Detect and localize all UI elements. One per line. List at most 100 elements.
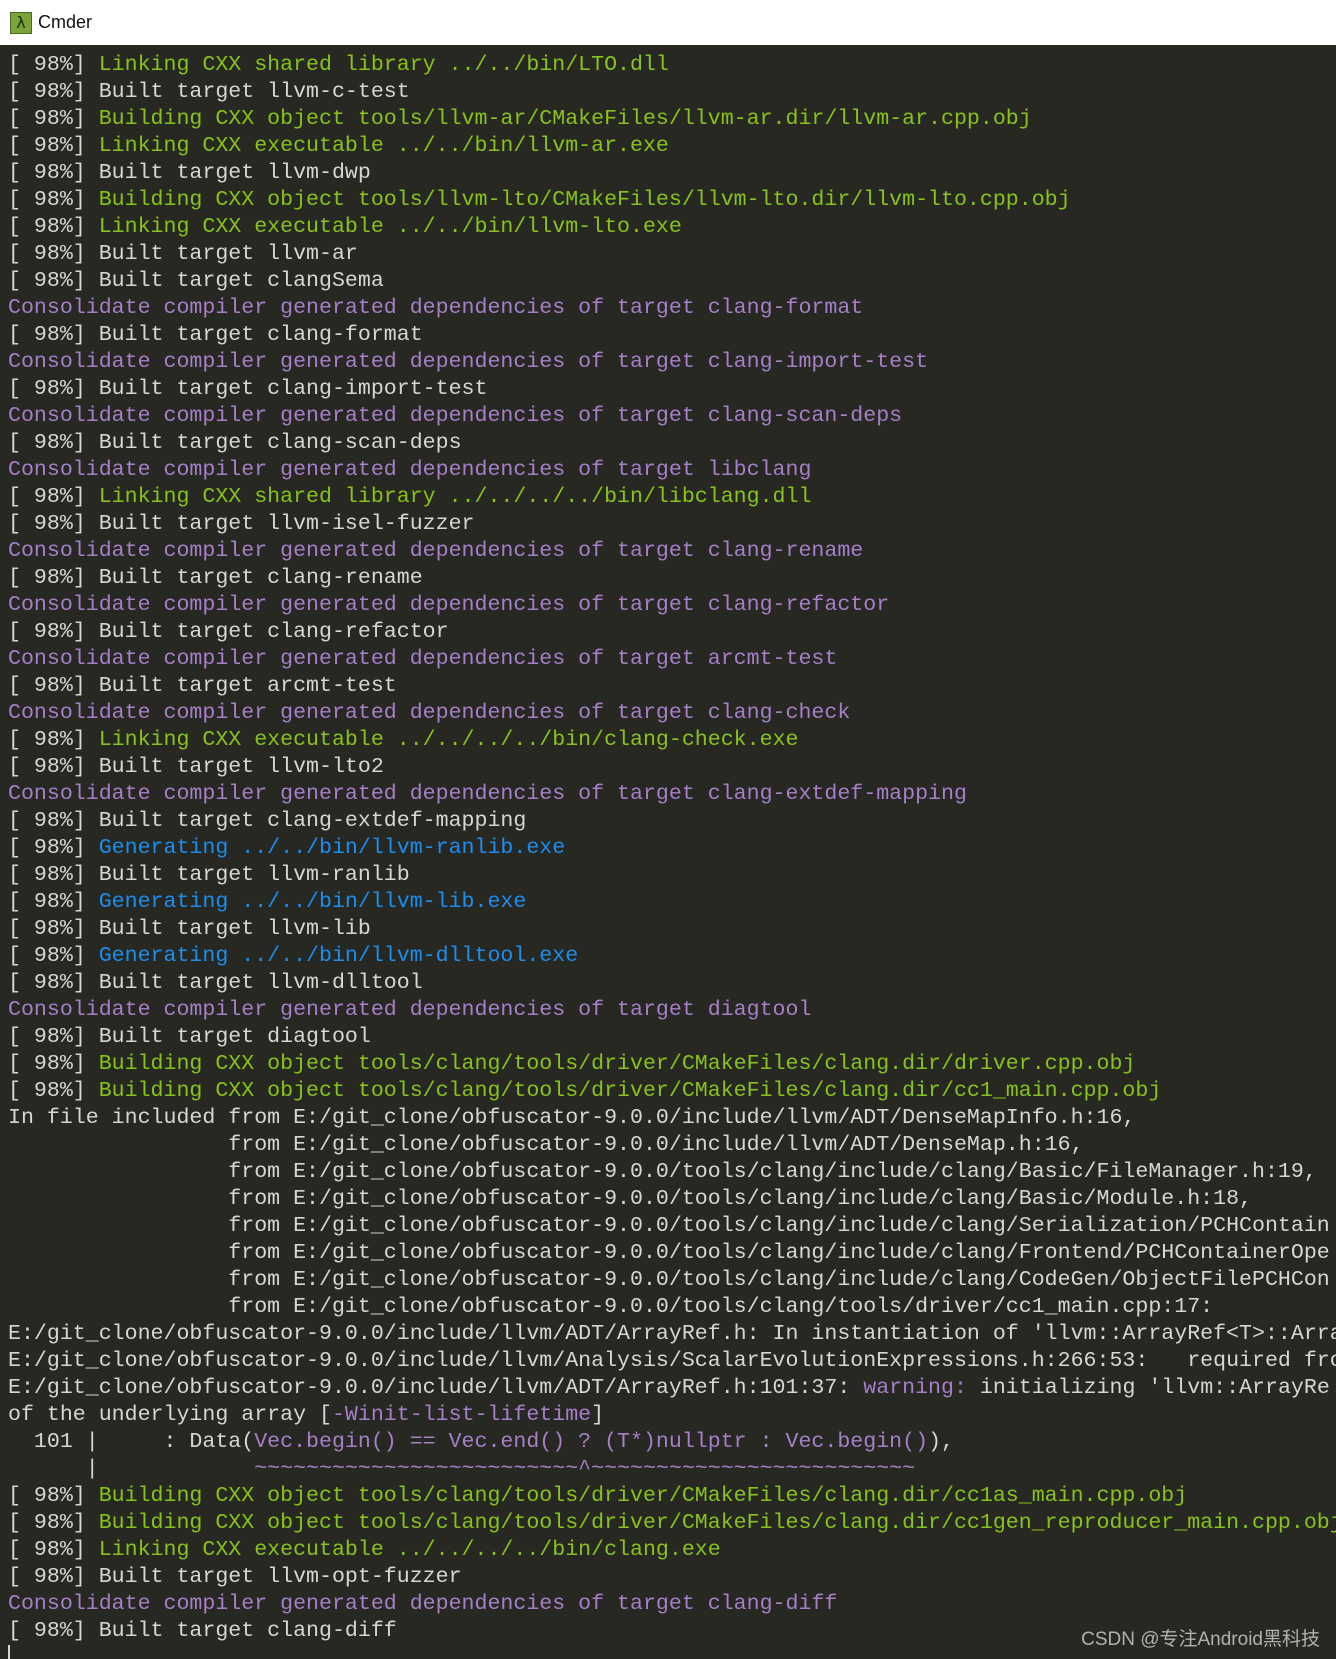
terminal-text-segment: Consolidate compiler generated dependenc… (8, 647, 838, 671)
terminal-line: [ 98%] Linking CXX shared library ../../… (0, 52, 1336, 79)
terminal-text-segment: Linking CXX executable ../../bin/llvm-ar… (98, 134, 669, 158)
terminal-text-segment: Linking CXX shared library ../../bin/LTO… (98, 53, 669, 77)
terminal-text-segment: [ 98%] Built target clang-extdef-mapping (8, 809, 527, 833)
terminal-line: [ 98%] Linking CXX executable ../../../.… (0, 727, 1336, 754)
terminal-text-segment: [ 98%] Built target clangSema (8, 269, 384, 293)
terminal-text-segment: from E:/git_clone/obfuscator-9.0.0/tools… (8, 1214, 1330, 1238)
terminal-text-segment: warning: (863, 1376, 967, 1400)
terminal-text-segment: Consolidate compiler generated dependenc… (8, 296, 864, 320)
terminal-line: [ 98%] Built target llvm-ar (0, 241, 1336, 268)
terminal-text-segment: Linking CXX shared library ../../../../b… (98, 485, 812, 509)
terminal-text-segment: from E:/git_clone/obfuscator-9.0.0/tools… (8, 1295, 1214, 1319)
terminal-line: [ 98%] Building CXX object tools/clang/t… (0, 1051, 1336, 1078)
text-cursor (8, 1645, 10, 1659)
terminal-text-segment: [ 98%] Built target llvm-lto2 (8, 755, 384, 779)
terminal-line: Consolidate compiler generated dependenc… (0, 403, 1336, 430)
terminal-line: E:/git_clone/obfuscator-9.0.0/include/ll… (0, 1348, 1336, 1375)
terminal-text-segment: initializing 'llvm::ArrayRe (966, 1376, 1330, 1400)
terminal-text-segment: Linking CXX executable ../../../../bin/c… (98, 728, 799, 752)
terminal-text-segment: E:/git_clone/obfuscator-9.0.0/include/ll… (8, 1376, 864, 1400)
terminal-line: [ 98%] Built target llvm-dlltool (0, 970, 1336, 997)
terminal-text-segment: Building CXX object tools/clang/tools/dr… (98, 1511, 1336, 1535)
terminal-line: [ 98%] Building CXX object tools/llvm-ar… (0, 106, 1336, 133)
terminal-line: of the underlying array [-Winit-list-lif… (0, 1402, 1336, 1429)
terminal-line: E:/git_clone/obfuscator-9.0.0/include/ll… (0, 1375, 1336, 1402)
terminal-line: Consolidate compiler generated dependenc… (0, 538, 1336, 565)
title-bar: λ Cmder (0, 0, 1336, 45)
terminal-text-segment: [ 98%] Built target llvm-ar (8, 242, 358, 266)
terminal-text-segment: [ 98%] (8, 1079, 99, 1103)
terminal-line: [ 98%] Generating ../../bin/llvm-lib.exe (0, 889, 1336, 916)
terminal-text-segment: E:/git_clone/obfuscator-9.0.0/include/ll… (8, 1322, 1336, 1346)
terminal-text-segment: Consolidate compiler generated dependenc… (8, 539, 864, 563)
terminal-text-segment: [ 98%] (8, 485, 99, 509)
terminal-line: [ 98%] Built target clangSema (0, 268, 1336, 295)
terminal-text-segment: [ 98%] Built target llvm-c-test (8, 80, 410, 104)
terminal-line: Consolidate compiler generated dependenc… (0, 592, 1336, 619)
terminal-text-segment: [ 98%] (8, 1484, 99, 1508)
terminal-line: [ 98%] Built target diagtool (0, 1024, 1336, 1051)
terminal-line: Consolidate compiler generated dependenc… (0, 700, 1336, 727)
terminal-line: [ 98%] Linking CXX executable ../../bin/… (0, 214, 1336, 241)
terminal-text-segment: Building CXX object tools/llvm-lto/CMake… (98, 188, 1071, 212)
terminal-text-segment: Consolidate compiler generated dependenc… (8, 998, 812, 1022)
terminal-text-segment: Generating ../../bin/llvm-lib.exe (98, 890, 527, 914)
terminal-text-segment: [ 98%] Built target clang-rename (8, 566, 423, 590)
terminal-text-segment: ), (928, 1430, 954, 1454)
terminal-text-segment: Consolidate compiler generated dependenc… (8, 458, 812, 482)
terminal-line: [ 98%] Built target clang-import-test (0, 376, 1336, 403)
terminal-text-segment: [ 98%] Built target llvm-ranlib (8, 863, 410, 887)
terminal-line: 101 | : Data(Vec.begin() == Vec.end() ? … (0, 1429, 1336, 1456)
terminal-line: [ 98%] Built target llvm-ranlib (0, 862, 1336, 889)
terminal-text-segment: [ 98%] (8, 890, 99, 914)
terminal-line: [ 98%] Built target llvm-opt-fuzzer (0, 1564, 1336, 1591)
terminal-line: [ 98%] Generating ../../bin/llvm-dlltool… (0, 943, 1336, 970)
terminal-text-segment: [ 98%] (8, 107, 99, 131)
terminal-line: [ 98%] Built target clang-refactor (0, 619, 1336, 646)
terminal-line: [ 98%] Built target arcmt-test (0, 673, 1336, 700)
terminal-text-segment: Generating ../../bin/llvm-ranlib.exe (98, 836, 566, 860)
terminal-line: Consolidate compiler generated dependenc… (0, 997, 1336, 1024)
terminal-output[interactable]: [ 98%] Linking CXX shared library ../../… (0, 45, 1336, 1659)
terminal-text-segment: [ 98%] Built target clang-scan-deps (8, 431, 462, 455)
terminal-text-segment: Consolidate compiler generated dependenc… (8, 350, 929, 374)
terminal-text-segment: Generating ../../bin/llvm-dlltool.exe (98, 944, 579, 968)
terminal-text-segment: -Winit-list-lifetime (331, 1403, 592, 1427)
terminal-text-segment: Linking CXX executable ../../bin/llvm-lt… (98, 215, 682, 239)
terminal-line: Consolidate compiler generated dependenc… (0, 1591, 1336, 1618)
terminal-line: In file included from E:/git_clone/obfus… (0, 1105, 1336, 1132)
terminal-text-segment: Consolidate compiler generated dependenc… (8, 782, 967, 806)
terminal-line: Consolidate compiler generated dependenc… (0, 781, 1336, 808)
terminal-line: [ 98%] Linking CXX shared library ../../… (0, 484, 1336, 511)
terminal-text-segment: Building CXX object tools/clang/tools/dr… (98, 1079, 1162, 1103)
terminal-text-segment: 101 | : Data( (8, 1430, 255, 1454)
terminal-line: Consolidate compiler generated dependenc… (0, 295, 1336, 322)
terminal-text-segment: of the underlying array [ (8, 1403, 332, 1427)
terminal-line: Consolidate compiler generated dependenc… (0, 646, 1336, 673)
terminal-text-segment: [ 98%] (8, 1511, 99, 1535)
terminal-line: [ 98%] Built target clang-format (0, 322, 1336, 349)
terminal-text-segment: [ 98%] Built target llvm-dlltool (8, 971, 423, 995)
terminal-line: Consolidate compiler generated dependenc… (0, 349, 1336, 376)
terminal-text-segment: [ 98%] Built target arcmt-test (8, 674, 397, 698)
terminal-text-segment: [ 98%] (8, 728, 99, 752)
terminal-line: from E:/git_clone/obfuscator-9.0.0/tools… (0, 1186, 1336, 1213)
terminal-text-segment: [ 98%] Built target llvm-dwp (8, 161, 371, 185)
terminal-line: [ 98%] Built target llvm-isel-fuzzer (0, 511, 1336, 538)
terminal-text-segment: [ 98%] Built target llvm-lib (8, 917, 371, 941)
terminal-line: [ 98%] Built target clang-scan-deps (0, 430, 1336, 457)
terminal-line: from E:/git_clone/obfuscator-9.0.0/tools… (0, 1267, 1336, 1294)
terminal-text-segment: [ 98%] (8, 1052, 99, 1076)
terminal-line: [ 98%] Building CXX object tools/clang/t… (0, 1510, 1336, 1537)
terminal-line: [ 98%] Building CXX object tools/llvm-lt… (0, 187, 1336, 214)
terminal-line: [ 98%] Linking CXX executable ../../bin/… (0, 133, 1336, 160)
terminal-text-segment: from E:/git_clone/obfuscator-9.0.0/tools… (8, 1241, 1330, 1265)
terminal-text-segment: ~~~~~~~~~~~~~~~~~~~~~~~~~^~~~~~~~~~~~~~~… (254, 1457, 916, 1481)
terminal-line: [ 98%] Built target clang-rename (0, 565, 1336, 592)
terminal-line: [ 98%] Building CXX object tools/clang/t… (0, 1078, 1336, 1105)
terminal-text-segment: Building CXX object tools/clang/tools/dr… (98, 1052, 1136, 1076)
terminal-text-segment: Consolidate compiler generated dependenc… (8, 1592, 838, 1616)
terminal-text-segment: [ 98%] (8, 944, 99, 968)
terminal-text-segment: E:/git_clone/obfuscator-9.0.0/include/ll… (8, 1349, 1336, 1373)
terminal-line: E:/git_clone/obfuscator-9.0.0/include/ll… (0, 1321, 1336, 1348)
